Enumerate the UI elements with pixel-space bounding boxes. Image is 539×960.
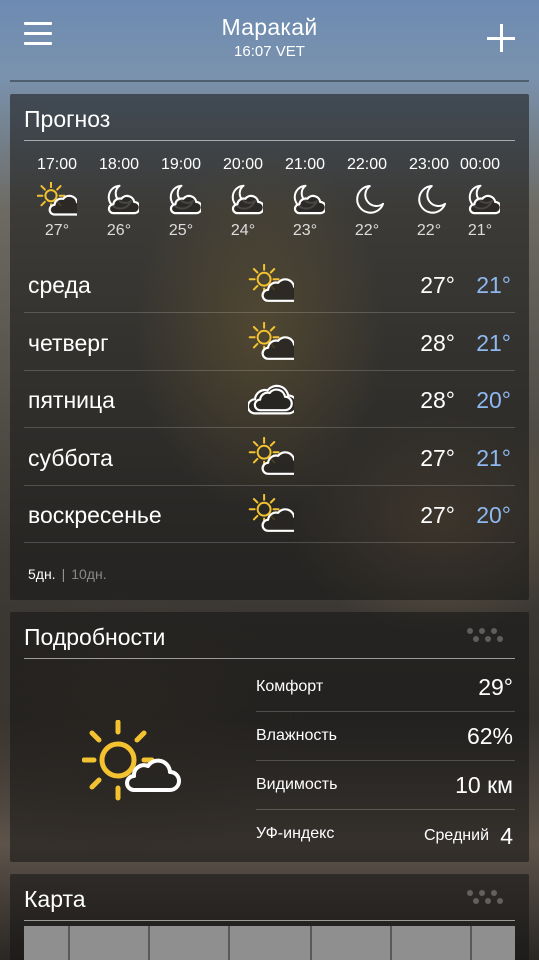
drag-handle-icon[interactable]: [465, 626, 509, 644]
daily-row[interactable]: суббота 27° 21°: [24, 429, 515, 486]
day-low-temp: 20°: [476, 387, 511, 413]
hourly-item: 18:00 26°: [88, 156, 150, 240]
detail-label: УФ-индекс: [256, 825, 335, 842]
sun-cloud-icon: [248, 436, 303, 477]
detail-value: 29°: [478, 674, 513, 700]
hour-label: 20:00: [222, 156, 264, 173]
hour-temp: 27°: [44, 222, 70, 239]
day-low-temp: 21°: [476, 329, 511, 356]
detail-label: Видимость: [256, 776, 338, 793]
details-card: Подробности Комфорт 29° Влажность 62% Видимо…: [10, 612, 529, 862]
day-name: пятница: [28, 387, 115, 413]
detail-row: УФ-индекс Средний 4: [256, 811, 515, 859]
sun-cloud-icon: [36, 181, 85, 218]
city-name: Маракай: [221, 14, 318, 40]
forecast-title-rule: [24, 140, 515, 141]
day-name: четверг: [28, 329, 109, 356]
hour-label: 21:00: [284, 156, 326, 173]
add-location-icon[interactable]: [487, 24, 515, 52]
hour-temp: 25°: [168, 222, 194, 239]
hourly-item: 21:00 23°: [274, 156, 336, 240]
hourly-item: 20:00 24°: [212, 156, 274, 240]
sun-cloud-icon: [248, 263, 303, 304]
hourly-item: 23:00 22°: [398, 156, 460, 240]
day-high-temp: 28°: [420, 329, 455, 356]
moon-cloud-icon: [99, 182, 141, 218]
day-name: суббота: [28, 444, 113, 471]
app-header: Маракай 16:07 VET: [0, 0, 539, 84]
hour-label: 22:00: [346, 156, 388, 173]
detail-row: Влажность 62%: [256, 713, 515, 761]
hourly-item: 19:00 25°: [150, 156, 212, 240]
range-10-days[interactable]: 10дн.: [71, 566, 106, 582]
hourly-item: 17:00 27°: [26, 156, 88, 240]
row-divider: [256, 809, 515, 810]
hourly-item: 00:00 21°: [460, 156, 500, 240]
day-high-temp: 27°: [420, 502, 455, 528]
daily-row[interactable]: воскресенье 27° 20°: [24, 486, 515, 543]
day-high-temp: 27°: [420, 444, 455, 471]
detail-row: Комфорт 29°: [256, 664, 515, 712]
hour-temp: 26°: [106, 222, 132, 239]
row-divider: [256, 711, 515, 712]
sun-cloud-icon: [81, 719, 182, 804]
detail-label: Комфорт: [256, 678, 324, 695]
detail-value: 4: [500, 823, 513, 849]
map-title-rule: [24, 920, 515, 921]
day-high-temp: 27°: [420, 272, 455, 298]
moon-cloud-icon: [285, 182, 327, 218]
hour-label: 17:00: [36, 156, 78, 173]
hour-temp: 24°: [230, 222, 256, 239]
map-title: Карта: [24, 886, 86, 912]
range-5-days[interactable]: 5дн.: [28, 566, 56, 582]
details-title-rule: [24, 658, 515, 659]
forecast-title: Прогноз: [24, 106, 111, 132]
moon-cloud-icon: [223, 182, 265, 218]
moon-cloud-icon: [161, 182, 203, 218]
day-low-temp: 21°: [476, 444, 511, 471]
hourly-item: 22:00 22°: [336, 156, 398, 240]
hour-temp: 22°: [416, 222, 442, 239]
hour-label: 18:00: [98, 156, 140, 173]
detail-row: Видимость 10 км: [256, 762, 515, 810]
daily-row[interactable]: пятница 28° 20°: [24, 371, 515, 428]
detail-value: 62%: [466, 723, 513, 749]
detail-value: 10 км: [455, 772, 513, 798]
map-card: Карта: [10, 874, 529, 960]
details-title: Подробности: [24, 624, 166, 650]
detail-value-text: Средний: [423, 827, 489, 844]
drag-handle-icon[interactable]: [465, 888, 509, 906]
row-divider: [24, 542, 515, 543]
hour-label: 00:00: [460, 156, 500, 173]
header-divider: [10, 80, 529, 82]
sun-cloud-icon: [248, 321, 303, 362]
cloud-icon: [246, 379, 299, 419]
sun-cloud-icon: [248, 493, 303, 534]
daily-row[interactable]: среда 27° 21°: [24, 256, 515, 313]
daily-row[interactable]: четверг 28° 21°: [24, 314, 515, 371]
hour-temp: 23°: [292, 222, 318, 239]
local-time: 16:07 VET: [234, 43, 305, 60]
hour-label: 19:00: [160, 156, 202, 173]
row-divider: [256, 760, 515, 761]
day-name: воскресенье: [28, 502, 162, 528]
day-low-temp: 21°: [476, 272, 511, 298]
day-low-temp: 20°: [476, 502, 511, 528]
moon-icon: [409, 182, 449, 218]
moon-cloud-icon: [460, 182, 500, 218]
detail-label: Влажность: [256, 727, 338, 744]
day-name: среда: [28, 272, 91, 298]
hour-temp: 22°: [354, 222, 380, 239]
moon-icon: [347, 182, 387, 218]
hour-temp: 21°: [467, 222, 493, 239]
forecast-card: Прогноз 17:00 27° 18:00 26° 19:00 25° 20…: [10, 94, 529, 600]
forecast-range-toggle: 5дн. | 10дн.: [28, 566, 107, 582]
day-high-temp: 28°: [420, 387, 455, 413]
map-view[interactable]: [24, 926, 515, 960]
hour-label: 23:00: [408, 156, 450, 173]
